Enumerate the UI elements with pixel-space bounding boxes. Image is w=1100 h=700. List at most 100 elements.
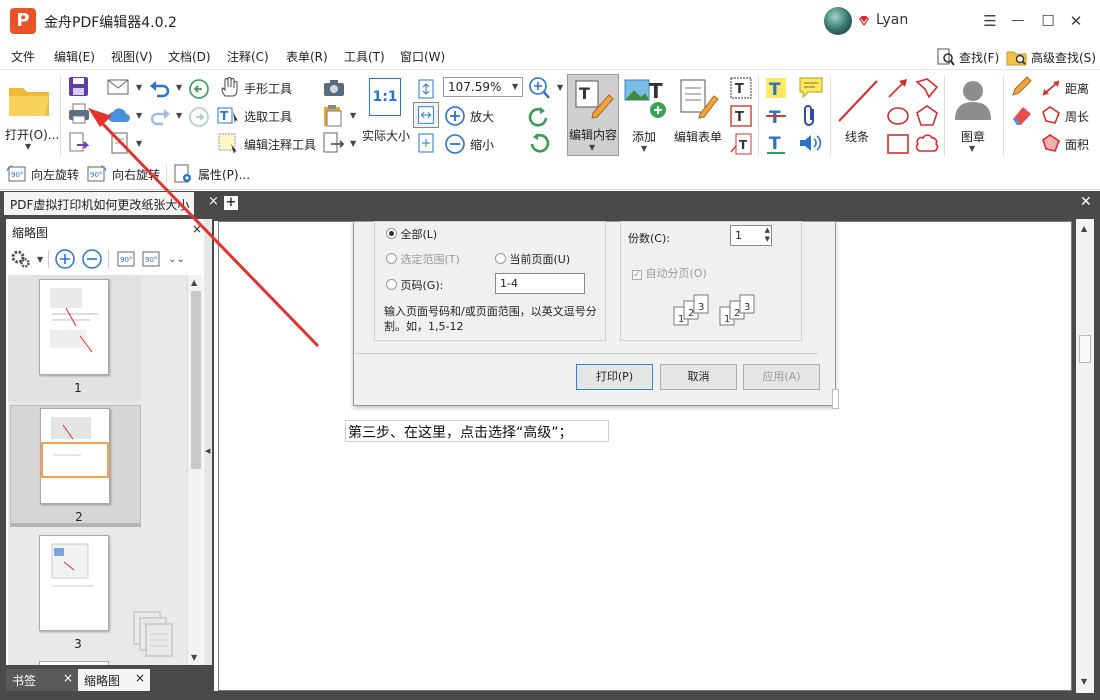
panel-splitter[interactable]: ◀ <box>204 219 212 665</box>
rotate-left-icon[interactable]: 90° <box>114 249 136 269</box>
find-button[interactable]: 查找(F) <box>936 46 999 68</box>
open-button[interactable]: 打开(O)... ▼ <box>3 76 59 154</box>
zoom-dropdown-icon[interactable]: ▼ <box>512 82 518 91</box>
page-arrow-icon[interactable] <box>322 132 346 154</box>
tab-close-icon[interactable]: × <box>63 671 73 685</box>
actual-size-button[interactable]: 1:1 实际大小 <box>360 76 412 148</box>
scrollbar-thumb[interactable] <box>191 291 201 469</box>
menu-icon[interactable]: ☰ <box>976 8 1004 34</box>
zoom-out-button[interactable]: 缩小 <box>470 136 494 153</box>
tab-thumbnails[interactable]: 缩略图 × <box>78 669 150 691</box>
cloud-icon[interactable] <box>107 106 133 124</box>
scroll-down-icon[interactable]: ▼ <box>1081 677 1087 686</box>
menu-tools[interactable]: 工具(T) <box>344 48 385 65</box>
chevron-down-icon[interactable]: ▼ <box>176 83 182 92</box>
double-chevron-icon[interactable]: ⌄⌄ <box>168 254 185 265</box>
thumbnail-scrollbar[interactable]: ▲ ▼ <box>187 275 203 665</box>
print-icon[interactable] <box>67 103 91 125</box>
chevron-down-icon[interactable]: ▼ <box>136 83 142 92</box>
callout-text-icon[interactable]: T <box>729 132 753 156</box>
text-field-icon[interactable]: T <box>729 76 753 100</box>
fit-visible-icon[interactable] <box>415 132 437 154</box>
collapse-panel-icon[interactable]: ◀ <box>205 447 210 455</box>
thumbnail-item[interactable]: 3 <box>8 531 141 657</box>
menu-document[interactable]: 文档(D) <box>168 48 211 65</box>
advanced-find-button[interactable]: 高级查找(S) <box>1006 46 1096 68</box>
eraser-icon[interactable] <box>1010 104 1034 126</box>
menu-comment[interactable]: 注释(C) <box>227 48 269 65</box>
chevron-down-icon[interactable]: ▼ <box>136 111 142 120</box>
export-icon[interactable] <box>67 132 91 154</box>
thumbnail-item-selected[interactable]: 2 <box>10 405 141 527</box>
line-button[interactable]: 线条 <box>833 76 883 156</box>
document-scrollbar[interactable]: ▲ ▼ <box>1076 219 1094 693</box>
fit-width-icon[interactable] <box>413 102 439 128</box>
edit-annotation-tool-button[interactable]: 编辑注释工具 <box>244 136 316 153</box>
thumbnail-item[interactable]: 1 <box>8 275 141 401</box>
chevron-down-icon[interactable]: ▼ <box>557 83 563 92</box>
chevron-down-icon[interactable]: ▼ <box>350 111 356 120</box>
menu-edit[interactable]: 编辑(E) <box>54 48 95 65</box>
add-button[interactable]: T 添加 ▼ <box>621 76 671 156</box>
panel-close-icon[interactable]: × <box>192 222 202 236</box>
area-button[interactable]: 面积 <box>1065 136 1089 153</box>
prev-page-icon[interactable] <box>188 78 210 100</box>
rectangle-icon[interactable] <box>886 132 910 156</box>
zoom-out-icon[interactable] <box>81 248 103 270</box>
document-tab[interactable]: PDF虚拟打印机如何更改纸张大小 * <box>4 192 194 215</box>
email-icon[interactable] <box>107 78 131 96</box>
menu-window[interactable]: 窗口(W) <box>400 48 445 65</box>
add-tab-icon[interactable]: + <box>224 196 238 210</box>
user-name[interactable]: Lyan <box>876 12 908 28</box>
scrollbar-thumb[interactable] <box>1079 335 1091 363</box>
step-caption-text[interactable]: 第三步、在这里，点击选择“高级”； <box>345 420 609 442</box>
next-page-icon[interactable] <box>188 106 210 128</box>
rotate-right-button[interactable]: 90° 向右旋转 <box>86 163 160 185</box>
sticky-note-icon[interactable] <box>798 76 824 100</box>
chevron-down-icon[interactable]: ▼ <box>176 111 182 120</box>
underline-icon[interactable]: T <box>764 132 788 156</box>
sound-icon[interactable] <box>798 132 824 154</box>
edit-form-button[interactable]: 编辑表单 <box>673 76 727 156</box>
menu-view[interactable]: 视图(V) <box>111 48 153 65</box>
rotate-cw-icon[interactable] <box>527 132 551 154</box>
stamp-button[interactable]: 图章 ▼ <box>946 76 1000 156</box>
perimeter-button[interactable]: 周长 <box>1065 108 1089 125</box>
cloud-shape-icon[interactable] <box>914 132 940 156</box>
ellipse-icon[interactable] <box>886 104 910 128</box>
highlight-text-icon[interactable]: T <box>764 76 788 100</box>
gear-icon[interactable] <box>10 249 32 269</box>
chevron-down-icon[interactable]: ▼ <box>37 255 43 264</box>
scroll-up-icon[interactable]: ▲ <box>191 278 197 287</box>
minimize-button[interactable]: — <box>1004 8 1032 34</box>
zoom-tool-icon[interactable] <box>527 76 555 100</box>
textbox-icon[interactable]: T <box>729 104 753 128</box>
fit-page-icon[interactable] <box>415 78 437 100</box>
strikeout-icon[interactable]: T <box>764 104 788 128</box>
redo-icon[interactable] <box>148 106 172 126</box>
zoom-input[interactable]: 107.59% <box>443 77 523 97</box>
distance-button[interactable]: 距离 <box>1065 80 1089 97</box>
user-avatar[interactable] <box>824 7 852 35</box>
tab-close-icon[interactable]: × <box>208 194 219 209</box>
tab-bookmarks[interactable]: 书签 × <box>6 669 78 691</box>
menu-form[interactable]: 表单(R) <box>286 48 328 65</box>
hand-tool-button[interactable]: 手形工具 <box>244 80 292 97</box>
rotate-right-icon[interactable]: 90° <box>141 249 163 269</box>
tab-close-icon[interactable]: × <box>135 671 145 685</box>
rotate-ccw-icon[interactable] <box>527 106 551 128</box>
select-tool-button[interactable]: 选取工具 <box>244 108 292 125</box>
zoom-in-button[interactable]: 放大 <box>470 108 494 125</box>
close-button[interactable]: ✕ <box>1062 8 1090 34</box>
menu-file[interactable]: 文件 <box>11 48 35 65</box>
maximize-button[interactable]: ☐ <box>1034 8 1062 34</box>
clipboard-icon[interactable] <box>322 104 344 128</box>
close-all-tabs-icon[interactable]: ✕ <box>1080 194 1092 210</box>
attachment-icon[interactable] <box>800 104 820 128</box>
chevron-down-icon[interactable]: ▼ <box>350 139 356 148</box>
pencil-icon[interactable] <box>1010 76 1034 98</box>
save-icon[interactable] <box>67 76 91 98</box>
polygon-icon[interactable] <box>914 104 940 128</box>
edit-content-button[interactable]: T 编辑内容 ▼ <box>567 74 619 156</box>
document-icon[interactable] <box>109 132 131 154</box>
